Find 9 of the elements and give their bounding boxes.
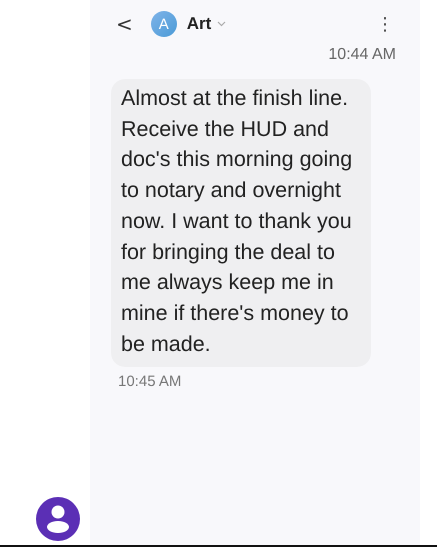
contact-avatar-icon bbox=[36, 497, 80, 541]
message-bubble: Almost at the finish line. Receive the HUD and doc's this morning going to notary and overnight now. I want to thank you for bringing the deal to me always keep me in mine if there's money to be made. bbox=[111, 79, 371, 368]
back-button[interactable]: < bbox=[112, 12, 137, 36]
contact-name[interactable]: Art bbox=[186, 14, 212, 34]
contact-avatar: A bbox=[150, 11, 177, 37]
message-time: 10:45 AM bbox=[118, 373, 182, 390]
more-options-button[interactable]: ⋮ bbox=[376, 14, 394, 34]
message-timestamp: 10:44 AM bbox=[328, 46, 396, 64]
chevron-down-icon[interactable] bbox=[217, 21, 226, 27]
